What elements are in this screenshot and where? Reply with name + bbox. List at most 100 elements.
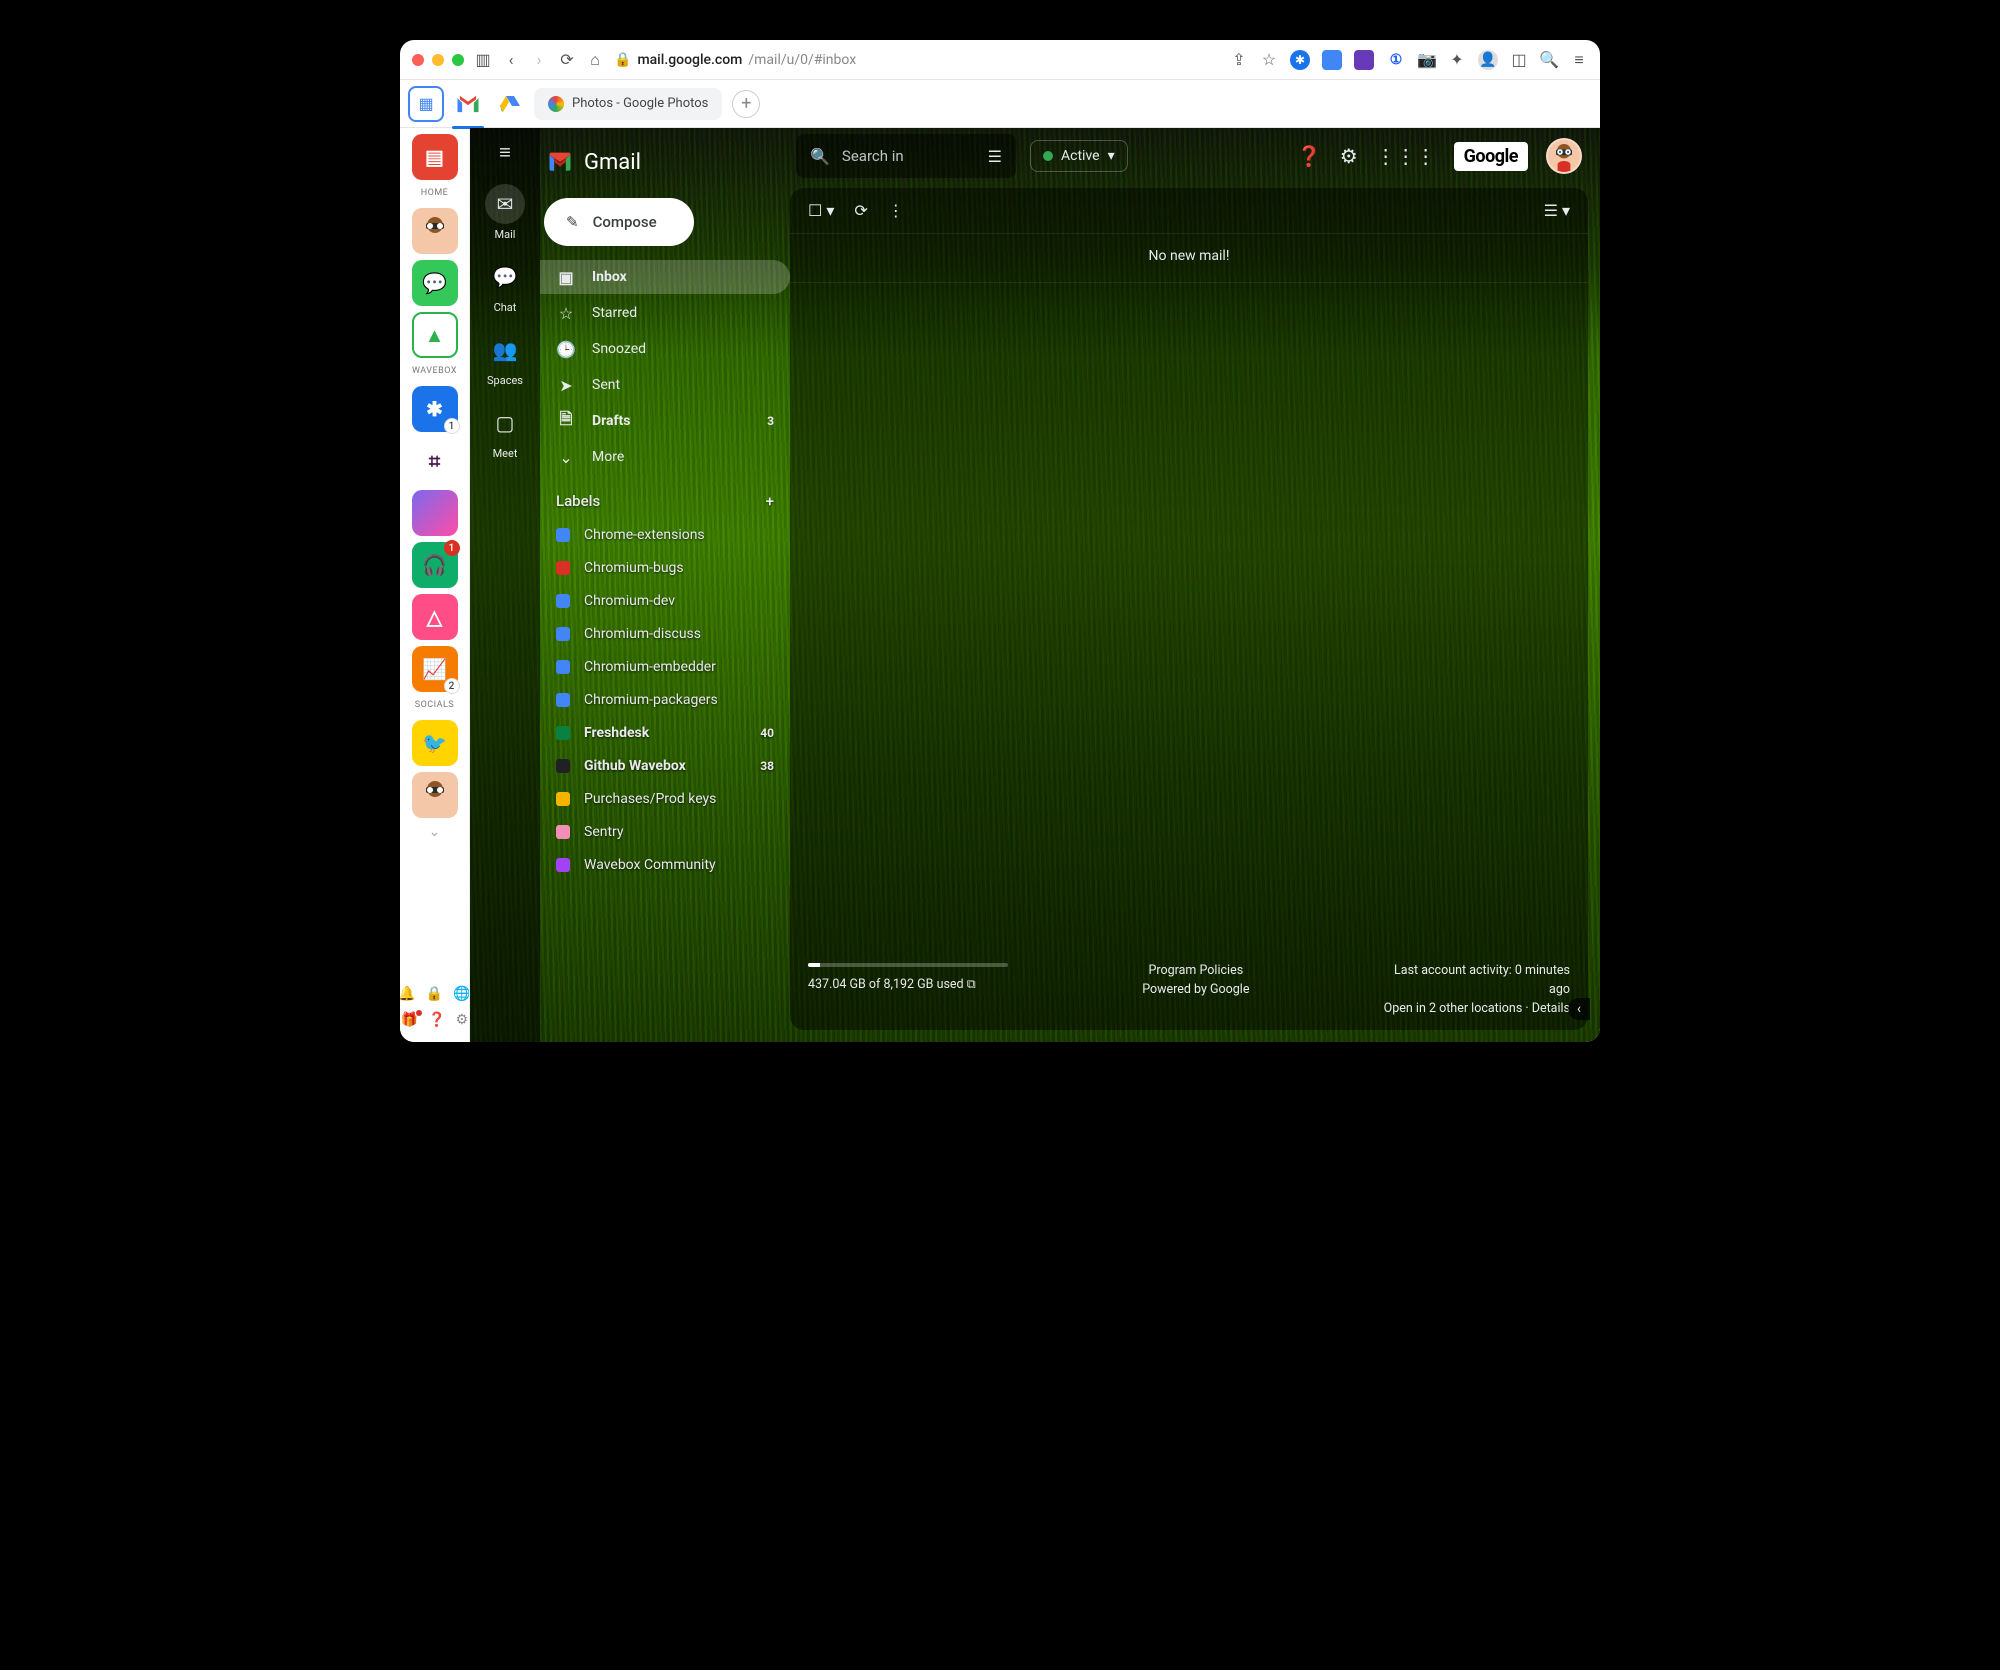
search-input[interactable] — [842, 147, 976, 165]
address-bar[interactable]: 🔒 mail.google.com/mail/u/0/#inbox — [614, 52, 1220, 68]
label-name: Github Wavebox — [584, 758, 686, 774]
wb-feedly[interactable]: ▲ — [412, 312, 458, 358]
label-github-wavebox[interactable]: Github Wavebox38 — [540, 749, 790, 782]
label-chromium-bugs[interactable]: Chromium-bugs — [540, 551, 790, 584]
globe-icon[interactable]: 🌐 — [453, 986, 470, 1002]
add-label-button[interactable]: + — [766, 492, 774, 510]
label-purchases-prod-keys[interactable]: Purchases/Prod keys — [540, 782, 790, 815]
reload-button[interactable]: ⟳ — [558, 51, 576, 69]
bell-icon[interactable]: 🔔 — [400, 986, 416, 1002]
wb-slack[interactable]: ⌗ — [412, 438, 458, 484]
bookmark-star-icon[interactable]: ☆ — [1260, 51, 1278, 69]
overflow-menu-icon[interactable]: ≡ — [1570, 51, 1588, 69]
minimize-window-button[interactable] — [432, 54, 444, 66]
wb-wavebox-app[interactable]: ✱1 — [412, 386, 458, 432]
folder-starred[interactable]: ☆Starred — [540, 296, 790, 330]
compose-button[interactable]: ✎ Compose — [544, 198, 694, 246]
label-chromium-embedder[interactable]: Chromium-embedder — [540, 650, 790, 683]
wb-messages[interactable]: 💬 — [412, 260, 458, 306]
help-icon[interactable]: ❓ — [428, 1012, 445, 1028]
folder-inbox[interactable]: ▣Inbox — [540, 260, 790, 294]
refresh-button[interactable]: ⟳ — [854, 201, 867, 220]
wb-analytics[interactable]: 📈2 — [412, 646, 458, 692]
settings-gear-icon[interactable]: ⚙ — [456, 1012, 469, 1028]
density-toggle-button[interactable]: ☰ ▾ — [1544, 201, 1570, 220]
select-all-checkbox[interactable]: ☐ ▾ — [808, 201, 834, 220]
wb-sentry[interactable]: △ — [412, 594, 458, 640]
label-sentry[interactable]: Sentry — [540, 815, 790, 848]
close-window-button[interactable] — [412, 54, 424, 66]
extension-1password-icon[interactable]: ① — [1386, 50, 1406, 70]
extensions-puzzle-icon[interactable]: ✦ — [1448, 51, 1466, 69]
open-external-icon[interactable]: ⧉ — [967, 977, 976, 992]
nav-back-button[interactable]: ‹ — [502, 51, 520, 69]
gift-icon[interactable]: 🎁 — [401, 1012, 418, 1028]
mini-nav-chat[interactable]: 💬 Chat — [485, 257, 525, 314]
extension-purple-icon[interactable] — [1354, 50, 1374, 70]
wb-avatar-1[interactable] — [412, 208, 458, 254]
folder-drafts[interactable]: 🗎Drafts3 — [540, 404, 790, 438]
wb-section-socials: SOCIALS — [415, 700, 454, 710]
gmail-app-tab[interactable] — [450, 86, 486, 122]
program-policies-link[interactable]: Program Policies — [1142, 963, 1249, 978]
share-icon[interactable]: ⇪ — [1230, 51, 1248, 69]
lock-icon[interactable]: 🔒 — [426, 986, 443, 1002]
label-chromium-dev[interactable]: Chromium-dev — [540, 584, 790, 617]
status-chip[interactable]: Active ▾ — [1030, 140, 1128, 172]
settings-gear-icon[interactable]: ⚙ — [1340, 144, 1358, 168]
home-button[interactable]: ⌂ — [586, 51, 604, 69]
chevron-down-icon[interactable]: ⌄ — [429, 824, 441, 840]
mini-nav-mail[interactable]: ✉ Mail — [485, 184, 525, 241]
nav-forward-button[interactable]: › — [530, 51, 548, 69]
folder-label: Snoozed — [592, 341, 646, 357]
label-chrome-extensions[interactable]: Chrome-extensions — [540, 518, 790, 551]
wb-todoist[interactable]: ▤ — [412, 134, 458, 180]
grid-apps-button[interactable]: ▦ — [408, 86, 444, 122]
wb-badge: 1 — [444, 418, 460, 434]
new-tab-button[interactable]: + — [732, 90, 760, 118]
wb-twitter[interactable]: 🐦 — [412, 720, 458, 766]
mini-nav-label: Mail — [495, 228, 516, 241]
hamburger-menu-button[interactable]: ≡ — [493, 140, 517, 164]
google-workspace-chip[interactable]: Google — [1454, 142, 1528, 171]
folder-snoozed[interactable]: 🕒 Snoozed — [540, 332, 790, 366]
panel-toggle-icon[interactable]: ◫ — [1510, 51, 1528, 69]
label-name: Chromium-bugs — [584, 560, 684, 576]
support-icon[interactable]: ❓ — [1297, 144, 1322, 168]
powered-by-text: Powered by Google — [1142, 982, 1249, 997]
label-chromium-discuss[interactable]: Chromium-discuss — [540, 617, 790, 650]
side-panel-toggle[interactable]: ‹ — [1568, 998, 1590, 1020]
folder-sent[interactable]: ➤Sent — [540, 368, 790, 402]
drafts-icon: 🗎 — [556, 408, 576, 435]
account-avatar[interactable] — [1546, 138, 1582, 174]
extension-blue-icon[interactable] — [1322, 50, 1342, 70]
camera-icon[interactable]: 📷 — [1418, 51, 1436, 69]
folder-label: Sent — [592, 377, 620, 393]
drive-app-tab[interactable] — [492, 86, 528, 122]
browser-tab-photos[interactable]: Photos - Google Photos — [534, 88, 722, 120]
more-actions-button[interactable]: ⋮ — [888, 201, 904, 220]
label-chromium-packagers[interactable]: Chromium-packagers — [540, 683, 790, 716]
mini-nav-spaces[interactable]: 👥 Spaces — [485, 330, 525, 387]
search-icon[interactable]: 🔍 — [1540, 51, 1558, 69]
folder-more[interactable]: ⌄More — [540, 440, 790, 474]
activity-line: ago — [1384, 982, 1570, 997]
extension-wavebox-icon[interactable]: ✱ — [1290, 50, 1310, 70]
label-color-icon — [556, 693, 570, 707]
apps-grid-icon[interactable]: ⋮⋮⋮ — [1376, 144, 1436, 168]
activity-details-link[interactable]: Open in 2 other locations · Details — [1384, 1001, 1570, 1016]
inbox-icon: ▣ — [556, 268, 576, 287]
label-name: Chromium-discuss — [584, 626, 701, 642]
label-wavebox-community[interactable]: Wavebox Community — [540, 848, 790, 881]
wb-freshdesk[interactable]: 🎧1 — [412, 542, 458, 588]
mini-nav-meet[interactable]: ▢ Meet — [485, 403, 525, 460]
sidebar-toggle-icon[interactable]: ▥ — [474, 51, 492, 69]
search-box[interactable]: 🔍 ☰ — [796, 134, 1016, 178]
wb-clickup[interactable] — [412, 490, 458, 536]
profile-icon[interactable]: 👤 — [1478, 50, 1498, 70]
wb-avatar-2[interactable] — [412, 772, 458, 818]
search-options-icon[interactable]: ☰ — [988, 147, 1002, 166]
clock-icon: 🕒 — [556, 340, 576, 359]
label-freshdesk[interactable]: Freshdesk40 — [540, 716, 790, 749]
maximize-window-button[interactable] — [452, 54, 464, 66]
